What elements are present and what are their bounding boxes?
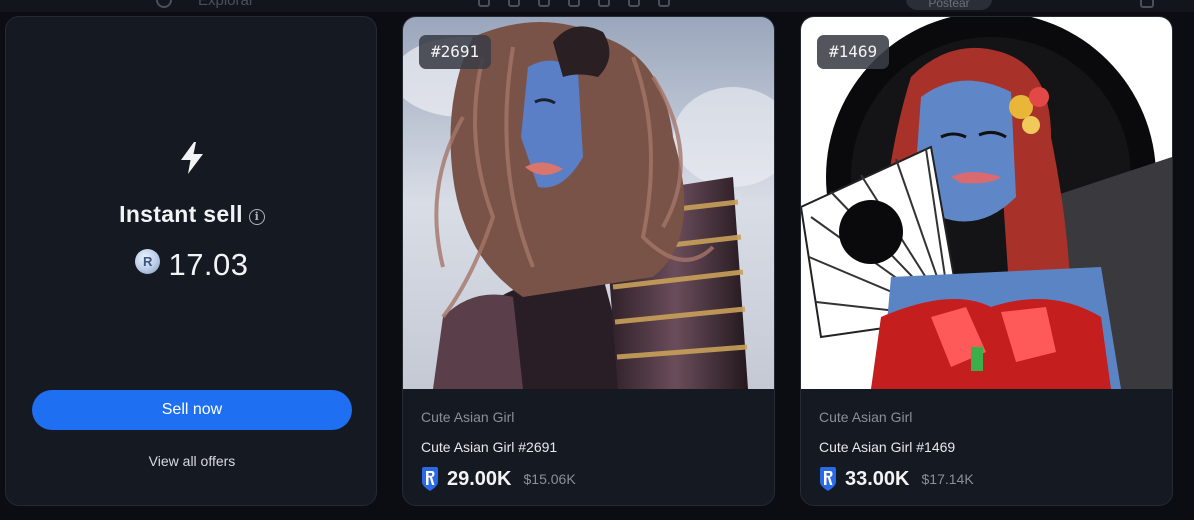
instant-sell-heading: Instant sell i [6, 201, 378, 228]
token-id-badge: #1469 [817, 35, 890, 69]
sell-now-button[interactable]: Sell now [32, 390, 352, 430]
price-line: 33.00K $17.14K [819, 466, 974, 492]
toolbar-icon[interactable] [568, 0, 580, 7]
collection-name[interactable]: Cute Asian Girl [421, 409, 514, 425]
ronin-token-icon [820, 467, 836, 491]
nft-card[interactable]: #2691 Cute Asian Girl Cute Asian Girl #2… [402, 16, 775, 506]
toolbar-icon[interactable] [478, 0, 490, 7]
nft-artwork-image[interactable] [801, 17, 1172, 389]
toolbar-icon[interactable] [598, 0, 610, 7]
price-fiat: $15.06K [523, 471, 576, 487]
price-value: 29.00K [447, 467, 512, 490]
instant-sell-panel: Instant sell i 17.03 Sell now View all of… [5, 16, 377, 506]
view-all-offers-link[interactable]: View all offers [6, 453, 378, 469]
ronin-coin-icon [135, 249, 161, 274]
collection-name[interactable]: Cute Asian Girl [819, 409, 912, 425]
token-id-badge: #2691 [419, 35, 492, 69]
toolbar-icon[interactable] [538, 0, 550, 7]
price-value: 33.00K [845, 467, 910, 490]
search-icon[interactable] [156, 0, 172, 8]
toolbar-icon[interactable] [508, 0, 520, 7]
top-navigation-bar: Explorar Postear [0, 0, 1194, 12]
nft-artwork-image[interactable] [403, 17, 774, 389]
instant-sell-price-value: 17.03 [168, 247, 249, 282]
instant-sell-price: 17.03 [6, 247, 378, 283]
price-line: 29.00K $15.06K [421, 466, 576, 492]
nft-item-name[interactable]: Cute Asian Girl #2691 [421, 439, 557, 455]
price-fiat: $17.14K [921, 471, 974, 487]
post-button[interactable]: Postear [906, 0, 992, 10]
toolbar-icons [478, 0, 688, 12]
toolbar-icon[interactable] [658, 0, 670, 7]
ronin-token-icon [422, 467, 438, 491]
search-placeholder[interactable]: Explorar [198, 0, 254, 9]
instant-sell-title: Instant sell [119, 201, 243, 227]
bolt-icon [181, 142, 203, 174]
nft-card[interactable]: #1469 Cute Asian Girl Cute Asian Girl #1… [800, 16, 1173, 506]
info-icon[interactable]: i [248, 209, 265, 225]
nft-item-name[interactable]: Cute Asian Girl #1469 [819, 439, 955, 455]
settings-icon[interactable] [1140, 0, 1154, 8]
toolbar-icon[interactable] [628, 0, 640, 7]
